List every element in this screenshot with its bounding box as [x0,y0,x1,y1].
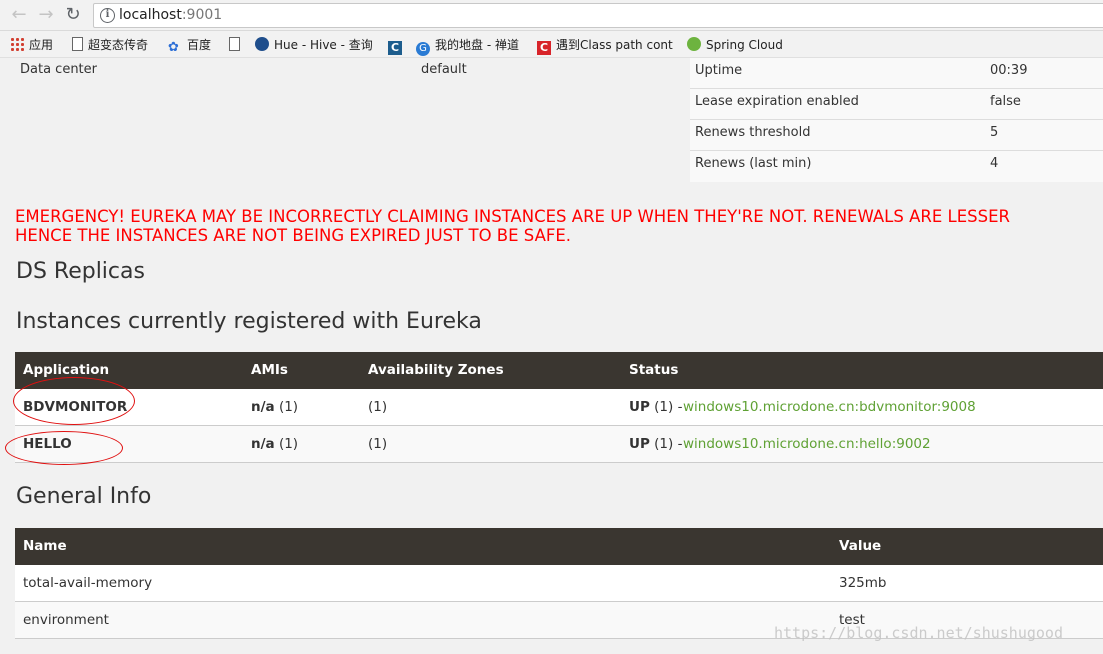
c-icon: C [388,41,402,55]
table-header: Application AMIs Availability Zones Stat… [15,352,1103,389]
bookmark-class-path[interactable]: C 遇到Class path cont [537,36,673,55]
table-row: BDVMONITOR n/a (1) (1) UP (1) - windows1… [15,389,1103,426]
data-center-label: Data center [20,62,97,77]
general-info-heading: General Info [16,484,152,509]
app-name: HELLO [23,436,72,452]
table-row: total-avail-memory 325mb [15,565,1103,602]
status-table: Uptime 00:39 Lease expiration enabled fals… [690,58,1103,182]
forward-icon[interactable]: → [36,5,56,25]
page-icon [229,37,240,51]
apps-icon [10,37,24,51]
app-name: BDVMONITOR [23,399,128,415]
status-row: Uptime 00:39 [690,58,1103,89]
ds-replicas-heading: DS Replicas [16,259,145,284]
table-row: HELLO n/a (1) (1) UP (1) - windows10.mic… [15,426,1103,463]
baidu-paw-icon: ✿ [168,40,179,55]
general-info-table: Name Value total-avail-memory 325mb envi… [15,528,1103,639]
data-center-value: default [421,62,467,77]
instance-link[interactable]: windows10.microdone.cn:bdvmonitor:9008 [683,399,976,415]
instances-heading: Instances currently registered with Eure… [16,309,482,334]
page-icon [72,37,83,51]
watermark: https://blog.csdn.net/shushugood [774,624,1063,642]
instances-table: Application AMIs Availability Zones Stat… [15,352,1103,463]
bookmark-spring-cloud[interactable]: Spring Cloud [687,36,783,54]
instance-link[interactable]: windows10.microdone.cn:hello:9002 [683,436,931,452]
spring-icon [687,37,701,51]
c-red-icon: C [537,41,551,55]
bookmark-c[interactable]: C [388,36,407,55]
bookmark-hue[interactable]: Hue - Hive - 查询 [255,36,373,54]
address-bar[interactable]: i localhost:9001 [93,3,1103,28]
bookmark-item[interactable] [229,36,245,54]
status-row: Renews threshold 5 [690,120,1103,151]
table-header: Name Value [15,528,1103,565]
bookmarks-bar: 应用 超变态传奇 ✿ 百度 Hue - Hive - 查询 C G 我的地盘 - 禅… [0,31,1103,58]
bookmark-baidu[interactable]: ✿ 百度 [168,36,211,55]
reload-icon[interactable]: ↻ [63,5,83,25]
back-icon[interactable]: ← [9,5,29,25]
emergency-warning: EMERGENCY! EUREKA MAY BE INCORRECTLY CLA… [15,207,1010,245]
bookmark-item[interactable]: 超变态传奇 [72,36,148,54]
globe-icon: G [416,42,430,56]
hue-icon [255,37,269,51]
info-icon[interactable]: i [100,8,115,23]
bookmark-zentao[interactable]: G 我的地盘 - 禅道 [416,36,519,56]
status-row: Renews (last min) 4 [695,156,999,171]
status-row: Lease expiration enabled false [690,89,1103,120]
browser-toolbar: ← → ↻ i localhost:9001 [0,0,1103,31]
url-text: localhost:9001 [119,7,223,23]
bookmark-apps[interactable]: 应用 [10,36,53,54]
